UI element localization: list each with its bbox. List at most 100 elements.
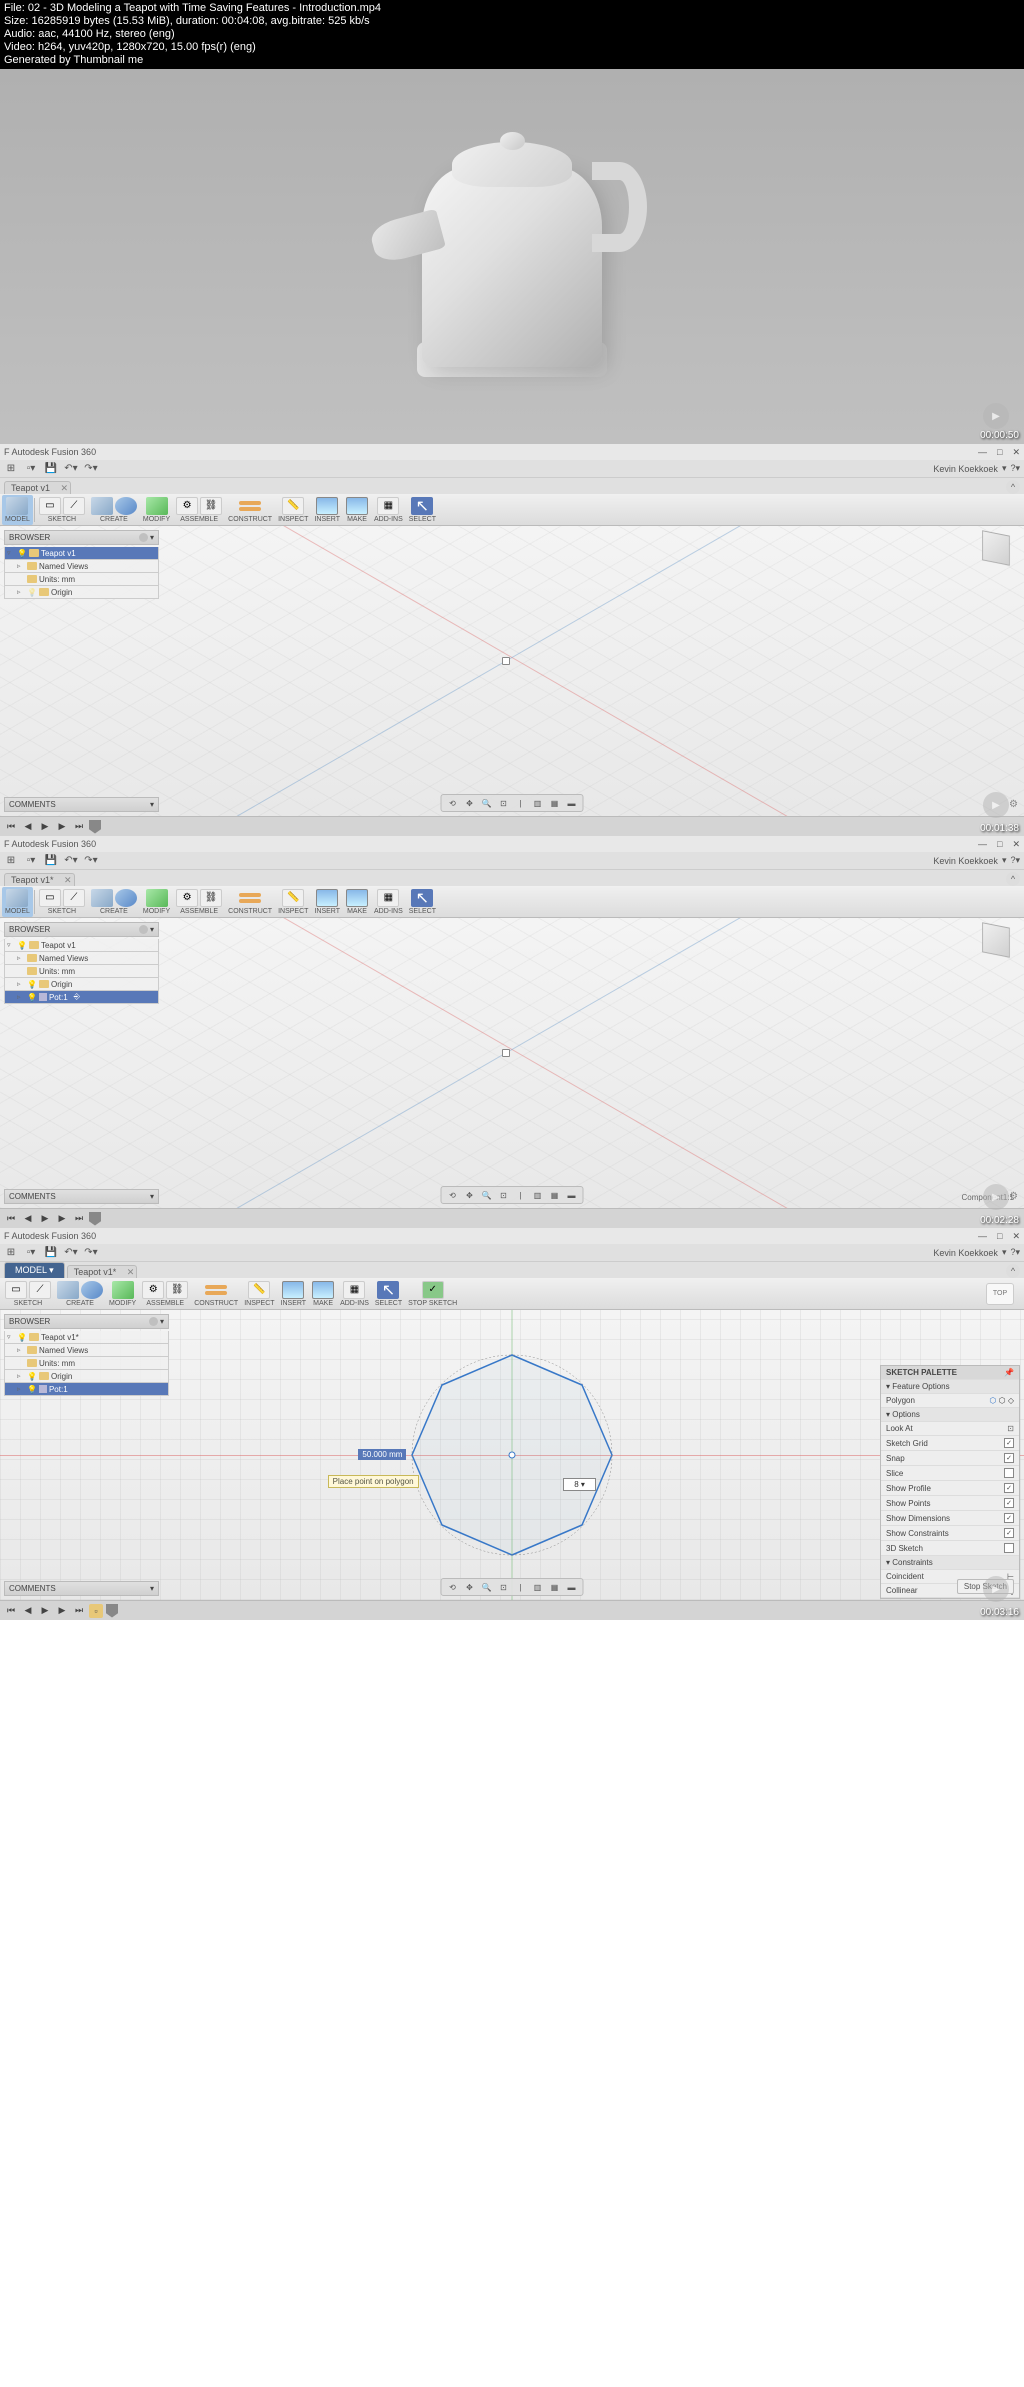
addins-group[interactable]: ▦ADD-INS bbox=[371, 887, 406, 917]
assemble-group[interactable]: ⚙⛓ASSEMBLE bbox=[173, 887, 225, 917]
pan-icon[interactable]: ✥ bbox=[463, 797, 477, 809]
help-icon[interactable]: ?▾ bbox=[1010, 463, 1020, 474]
help-icon[interactable]: ?▾ bbox=[1010, 1247, 1020, 1258]
zoom-icon[interactable]: 🔍 bbox=[480, 1581, 494, 1593]
inspect-group[interactable]: 📏INSPECT bbox=[275, 887, 311, 917]
dimension-input[interactable]: 50.000 mm bbox=[358, 1449, 406, 1460]
minimize-button[interactable]: — bbox=[978, 1231, 987, 1242]
inspect-group[interactable]: 📏 INSPECT bbox=[275, 495, 311, 525]
select-group[interactable]: ↖ SELECT bbox=[406, 495, 439, 525]
top-view-indicator[interactable]: TOP bbox=[986, 1283, 1014, 1305]
tree-pot-component[interactable]: ▹💡Pot:1 bbox=[4, 1383, 169, 1396]
timeline-end-icon[interactable]: ⏭ bbox=[72, 1212, 86, 1226]
look-at-icon[interactable]: ⊡ bbox=[1007, 1424, 1014, 1433]
select-group[interactable]: ↖SELECT bbox=[372, 1279, 405, 1309]
comments-bar[interactable]: COMMENTS ▾ bbox=[4, 797, 159, 812]
show-profile-option[interactable]: Show Profile✓ bbox=[881, 1481, 1019, 1496]
palette-pin-icon[interactable]: 📌 bbox=[1004, 1368, 1014, 1377]
viewport[interactable]: 50.000 mm 8 ▾ Place point on polygon BRO… bbox=[0, 1310, 1024, 1600]
tree-root[interactable]: ▿💡Teapot v1 bbox=[4, 547, 159, 560]
feature-options-section[interactable]: ▾ Feature Options bbox=[881, 1380, 1019, 1394]
insert-group[interactable]: INSERT bbox=[311, 887, 343, 917]
timeline-scrubber[interactable] bbox=[89, 820, 101, 834]
sketch-rect-icon[interactable]: ▭ bbox=[39, 497, 61, 515]
modify-fillet-icon[interactable] bbox=[146, 497, 168, 515]
timeline-play-icon[interactable]: ▶ bbox=[38, 1212, 52, 1226]
maximize-button[interactable]: □ bbox=[997, 839, 1002, 850]
inspect-group[interactable]: 📏INSPECT bbox=[241, 1279, 277, 1309]
assemble-group[interactable]: ⚙⛓ ASSEMBLE bbox=[173, 495, 225, 525]
stop-sketch-group[interactable]: ✓STOP SKETCH bbox=[405, 1279, 460, 1309]
display-icon[interactable]: ▥ bbox=[531, 797, 545, 809]
document-tab[interactable]: Teapot v1✕ bbox=[4, 481, 71, 494]
make-group[interactable]: MAKE bbox=[309, 1279, 337, 1309]
grid-toggle-icon[interactable]: ▦ bbox=[548, 1189, 562, 1201]
zoom-icon[interactable]: 🔍 bbox=[480, 797, 494, 809]
create-group[interactable]: CREATE bbox=[88, 495, 140, 525]
browser-header[interactable]: BROWSER ▾ bbox=[4, 530, 159, 545]
grid-icon[interactable]: ⊞ bbox=[4, 462, 18, 476]
timeline-back-icon[interactable]: ◀ bbox=[21, 1604, 35, 1618]
polygon-option[interactable]: Polygon⬡ ⬡ ◇ bbox=[881, 1394, 1019, 1408]
insert-icon[interactable] bbox=[316, 497, 338, 515]
pan-icon[interactable]: ✥ bbox=[463, 1189, 477, 1201]
fit-icon[interactable]: ⊡ bbox=[497, 1189, 511, 1201]
tree-origin[interactable]: ▹💡Origin bbox=[4, 978, 159, 991]
show-constraints-option[interactable]: Show Constraints✓ bbox=[881, 1526, 1019, 1541]
viewport-icon[interactable]: ▬ bbox=[565, 797, 579, 809]
select-group[interactable]: ↖SELECT bbox=[406, 887, 439, 917]
minimize-button[interactable]: — bbox=[978, 839, 987, 850]
polygon-shape[interactable] bbox=[407, 1350, 617, 1560]
viewport-icon[interactable]: ▬ bbox=[565, 1581, 579, 1593]
display-icon[interactable]: ▥ bbox=[531, 1581, 545, 1593]
addins-icon[interactable]: ▦ bbox=[377, 497, 399, 515]
browser-panel[interactable]: BROWSER ▾ ▿💡Teapot v1* ▹Named Views Unit… bbox=[4, 1314, 169, 1398]
select-arrow-icon[interactable]: ↖ bbox=[411, 497, 433, 515]
sketch-group[interactable]: ▭⟋SKETCH bbox=[36, 887, 88, 917]
timeline-fwd-icon[interactable]: ▶ bbox=[55, 1212, 69, 1226]
create-group[interactable]: CREATE bbox=[88, 887, 140, 917]
insert-group[interactable]: INSERT bbox=[278, 1279, 310, 1309]
zoom-icon[interactable]: 🔍 bbox=[480, 1189, 494, 1201]
workspace-model-tab[interactable]: MODEL ▾ bbox=[4, 1262, 65, 1278]
tree-units[interactable]: Units: mm bbox=[4, 1357, 169, 1370]
timeline-play-icon[interactable]: ▶ bbox=[38, 820, 52, 834]
help-icon[interactable]: ?▾ bbox=[1010, 855, 1020, 866]
fit-icon[interactable]: ⊡ bbox=[497, 1581, 511, 1593]
info-collapse-icon[interactable]: ^ bbox=[1006, 872, 1020, 886]
tab-close-icon[interactable]: ✕ bbox=[60, 483, 68, 494]
assemble-joint-icon[interactable]: ⚙ bbox=[176, 497, 198, 515]
undo-icon[interactable]: ↶▾ bbox=[64, 854, 78, 868]
tree-pot-component[interactable]: ▹💡Pot:1⎆ bbox=[4, 991, 159, 1004]
save-icon[interactable]: 💾 bbox=[44, 854, 58, 868]
timeline-scrubber[interactable] bbox=[89, 1212, 101, 1226]
tree-named-views[interactable]: ▹Named Views bbox=[4, 952, 159, 965]
timeline-fwd-icon[interactable]: ▶ bbox=[55, 1604, 69, 1618]
timeline-scrubber[interactable] bbox=[106, 1604, 118, 1618]
timeline-back-icon[interactable]: ◀ bbox=[21, 1212, 35, 1226]
timeline-feature-icon[interactable]: ▫ bbox=[89, 1604, 103, 1618]
show-points-option[interactable]: Show Points✓ bbox=[881, 1496, 1019, 1511]
timeline-play-icon[interactable]: ▶ bbox=[38, 1604, 52, 1618]
origin-marker[interactable] bbox=[502, 657, 510, 665]
redo-icon[interactable]: ↷▾ bbox=[84, 854, 98, 868]
grid-icon[interactable]: ⊞ bbox=[4, 854, 18, 868]
viewport[interactable]: BROWSER ▾ ▿💡Teapot v1 ▹Named Views Units… bbox=[0, 918, 1024, 1208]
file-icon[interactable]: ▫▾ bbox=[24, 1246, 38, 1260]
redo-icon[interactable]: ↷▾ bbox=[84, 462, 98, 476]
slice-checkbox[interactable] bbox=[1004, 1468, 1014, 1478]
polygon-sketch[interactable] bbox=[407, 1350, 617, 1560]
grid-icon[interactable]: ⊞ bbox=[4, 1246, 18, 1260]
sketch-group[interactable]: ▭⟋SKETCH bbox=[2, 1279, 54, 1309]
timeline-end-icon[interactable]: ⏭ bbox=[72, 1604, 86, 1618]
constraints-section[interactable]: ▾ Constraints bbox=[881, 1556, 1019, 1570]
sketch-3d-checkbox[interactable] bbox=[1004, 1543, 1014, 1553]
options-section[interactable]: ▾ Options bbox=[881, 1408, 1019, 1422]
show-profile-checkbox[interactable]: ✓ bbox=[1004, 1483, 1014, 1493]
browser-dot-icon[interactable] bbox=[139, 533, 148, 542]
construct-group[interactable]: CONSTRUCT bbox=[191, 1279, 241, 1309]
file-icon[interactable]: ▫▾ bbox=[24, 462, 38, 476]
create-box-icon[interactable] bbox=[91, 497, 113, 515]
tree-root[interactable]: ▿💡Teapot v1* bbox=[4, 1331, 169, 1344]
user-menu[interactable]: Kevin Koekkoek▾?▾ bbox=[933, 855, 1020, 866]
